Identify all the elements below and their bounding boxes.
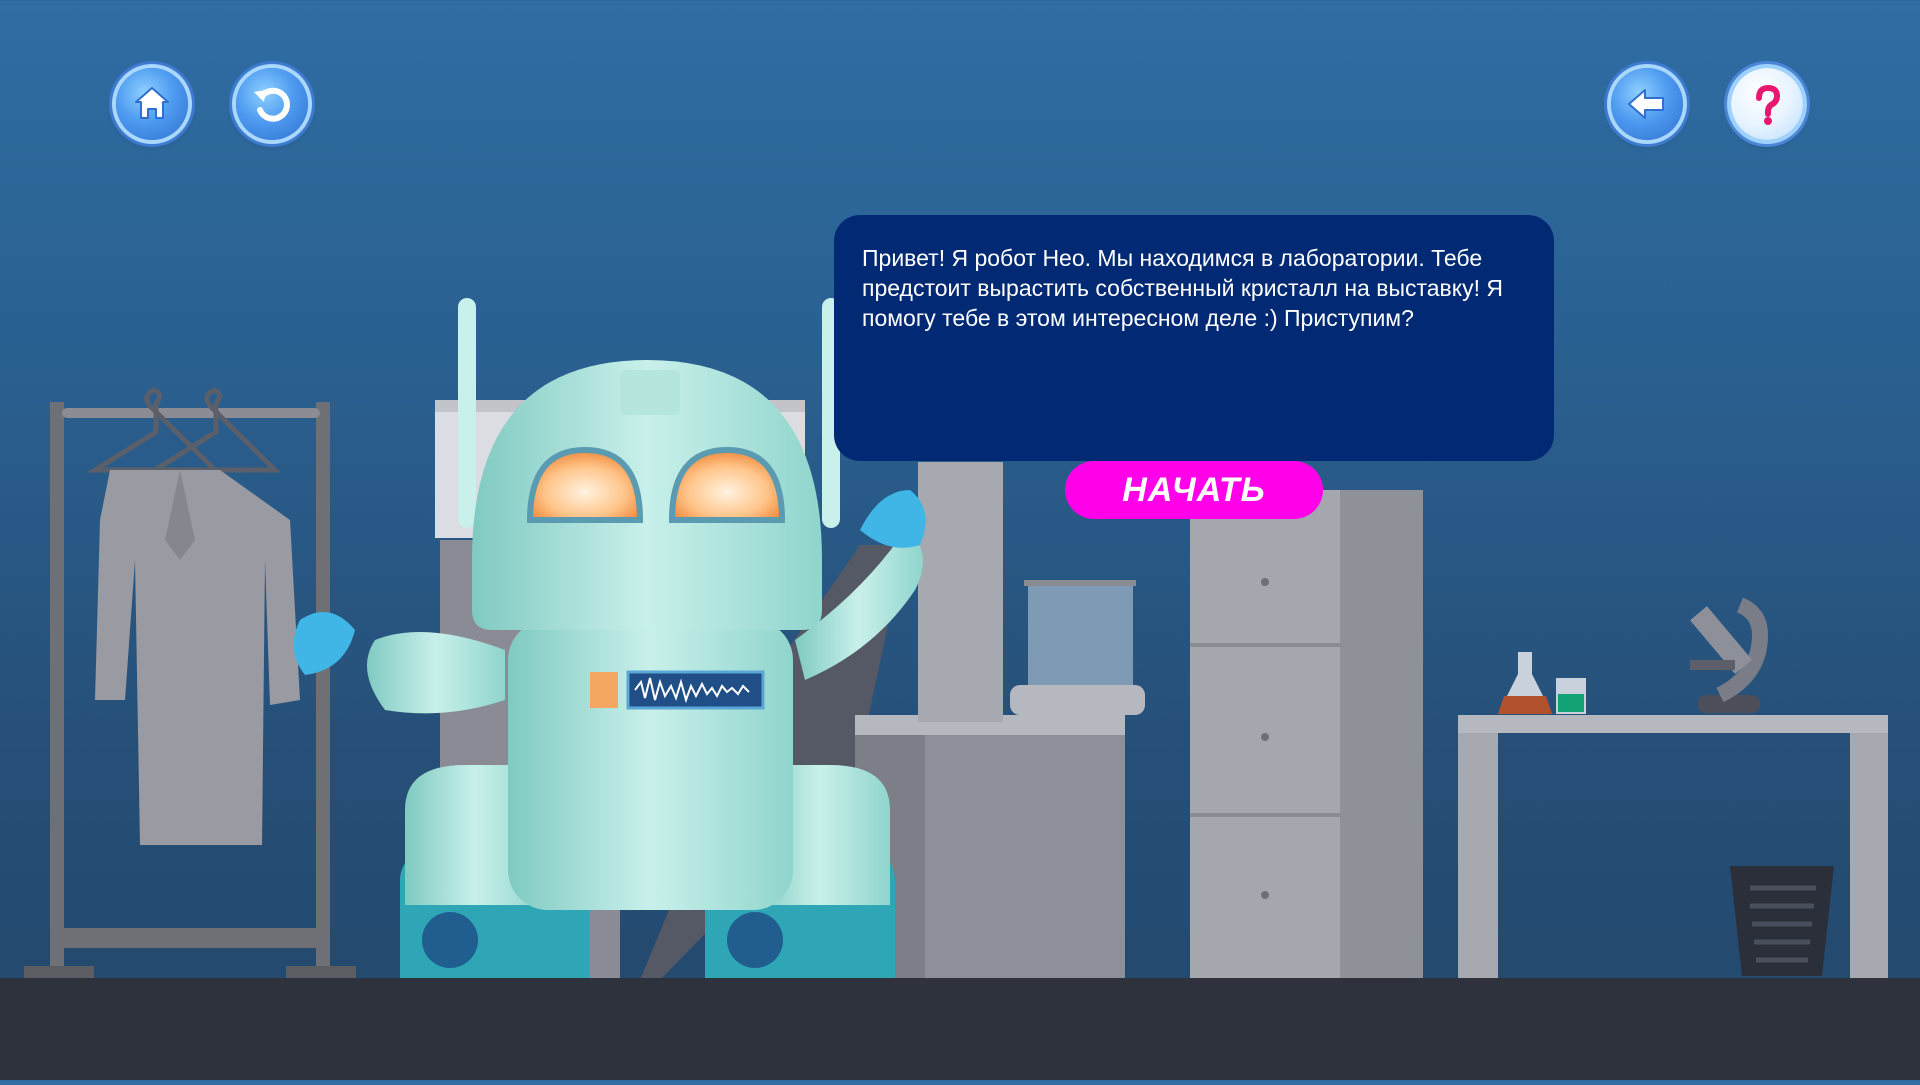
restart-button[interactable] <box>236 68 308 140</box>
lab-background <box>0 298 1920 1080</box>
restart-icon <box>254 87 290 122</box>
lab-scene <box>0 0 1920 1080</box>
help-icon <box>1756 84 1781 125</box>
back-arrow-icon <box>1628 89 1664 119</box>
home-icon <box>135 87 169 119</box>
back-button[interactable] <box>1611 68 1683 140</box>
home-button[interactable] <box>116 68 188 140</box>
right-table <box>1458 597 1888 978</box>
help-button[interactable] <box>1731 68 1803 140</box>
robot-dialog: Привет! Я робот Нео. Мы находимся в лабо… <box>834 215 1554 461</box>
coat-rack <box>24 387 356 978</box>
dialog-text: Привет! Я робот Нео. Мы находимся в лабо… <box>862 245 1503 331</box>
start-button[interactable]: НАЧАТЬ <box>1065 461 1323 519</box>
lab-desk <box>855 462 1423 980</box>
